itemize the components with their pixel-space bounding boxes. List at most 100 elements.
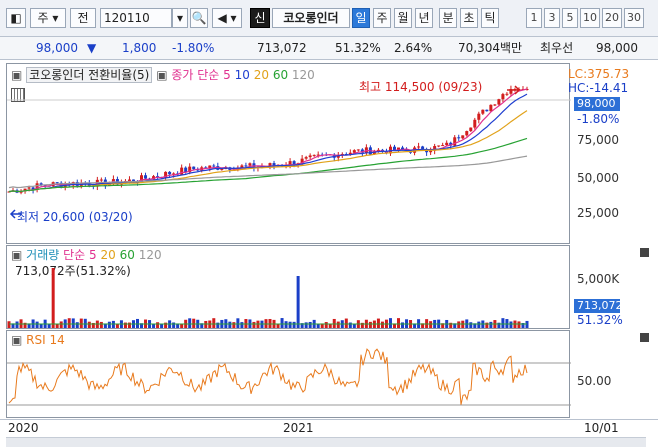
layout-icon[interactable]: ◧: [6, 8, 26, 28]
down-arrow-icon: ▼: [87, 41, 97, 55]
candle-body: [352, 150, 356, 153]
volume-bar: [152, 323, 156, 328]
candle-body: [453, 137, 457, 146]
volume-bar: [332, 318, 336, 328]
search-icon[interactable]: 🔍: [190, 8, 208, 28]
y-label-75000: 75,000: [577, 133, 619, 147]
candle-body: [212, 165, 216, 167]
volume-bar: [376, 318, 380, 328]
candle-body: [485, 109, 489, 112]
volume-bar: [304, 322, 308, 328]
interval-tab-3[interactable]: 년: [415, 8, 433, 28]
candle-body: [304, 157, 308, 159]
rsi-axis: 50.00: [571, 330, 657, 418]
volume-bar: [55, 323, 59, 328]
volume-axis: 5,000K 713,072 51.32%: [571, 245, 657, 329]
volume-bar: [123, 322, 127, 328]
candle-body: [312, 154, 316, 156]
volume-bar: [517, 321, 521, 328]
x-label-2020: 2020: [8, 421, 39, 435]
rsi-close-icon[interactable]: [640, 333, 649, 342]
volume-bar: [485, 322, 489, 328]
volume-bar: [469, 322, 473, 328]
candle-body: [469, 127, 473, 132]
rsi-chart-pane[interactable]: ▣ RSI 14: [6, 330, 571, 418]
rsi-line: [8, 348, 528, 405]
interval-tab-6[interactable]: 틱: [481, 8, 499, 28]
count-button-1[interactable]: 1: [526, 8, 542, 28]
hc-label: HC:-14.41: [568, 81, 629, 95]
volume-bar: [127, 322, 131, 328]
interval-tab-1[interactable]: 주: [373, 8, 391, 28]
candle-body: [248, 163, 252, 166]
volume-bar: [280, 318, 284, 328]
volume-bar: [348, 322, 352, 328]
candle-body: [180, 167, 184, 175]
rsi-chart-svg: [7, 348, 571, 406]
speaker-icon[interactable]: ◀ ▾: [212, 8, 242, 28]
volume-ratio-tag: 51.32%: [577, 313, 623, 327]
stock-code-input[interactable]: 120110: [100, 8, 172, 28]
toolbar: ◧ 주 ▾ 전 120110 ▾ 🔍 ◀ ▾ 신 코오롱인더 일주월년분초틱 1…: [0, 0, 658, 37]
code-dropdown-icon[interactable]: ▾: [172, 8, 188, 28]
count-button-20[interactable]: 20: [602, 8, 622, 28]
best-quote-price: 98,000: [596, 41, 638, 55]
candle-body: [429, 150, 433, 153]
current-price: 98,000: [36, 41, 78, 55]
candle-body: [461, 135, 465, 139]
volume-bar: [164, 322, 168, 328]
candle-body: [457, 137, 461, 139]
candle-body: [473, 119, 477, 128]
horizontal-scrollbar[interactable]: [6, 437, 646, 447]
count-button-5[interactable]: 5: [562, 8, 578, 28]
stock-name-label: 코오롱인더: [272, 8, 350, 28]
x-date-right: 10/01: [584, 421, 619, 435]
low-annotation: 최저 20,600 (03/20): [17, 210, 133, 224]
candle-body: [244, 165, 248, 167]
volume-bar: [79, 318, 83, 328]
volume-bar: [15, 321, 19, 328]
candle-body: [240, 165, 244, 168]
count-button-30[interactable]: 30: [624, 8, 644, 28]
volume-bar: [288, 321, 292, 328]
interval-tab-2[interactable]: 월: [394, 8, 412, 28]
ma120-line: [8, 155, 528, 189]
candle-body: [465, 131, 469, 136]
volume-bar: [344, 318, 348, 328]
volume-bar: [192, 318, 196, 328]
volume-bar: [71, 318, 75, 328]
period-value: 주: [37, 11, 49, 25]
volume-bar: [35, 321, 39, 328]
interval-tab-5[interactable]: 초: [460, 8, 478, 28]
candle-body: [437, 145, 441, 147]
change-percent: -1.80%: [172, 41, 215, 55]
period-select[interactable]: 주 ▾: [30, 8, 66, 28]
candle-body: [168, 171, 172, 175]
volume-chart-pane[interactable]: ▣ 거래량 단순 5 20 60 120 713,072주(51.32%): [6, 245, 570, 329]
volume-bar: [397, 318, 401, 328]
candle-body: [505, 93, 509, 95]
price-chart-pane[interactable]: ▣ 코오롱인더 전환비율(5) ▣ 종가 단순 5 10 20 60 120 최…: [6, 63, 571, 244]
volume-bar: [115, 323, 119, 328]
volume-bar: [232, 322, 236, 328]
interval-tab-4[interactable]: 분: [439, 8, 457, 28]
interval-tab-0[interactable]: 일: [352, 8, 370, 28]
best-quote-label: 최우선: [540, 41, 574, 55]
candle-body: [220, 169, 224, 171]
volume-bar: [497, 322, 501, 328]
volume-bar: [368, 321, 372, 328]
volume-bar: [308, 321, 312, 328]
volume-bar: [501, 318, 505, 328]
price-tag: 98,000: [574, 97, 620, 111]
volume-close-icon[interactable]: [640, 248, 649, 257]
chart-mode-button[interactable]: 전: [70, 8, 96, 28]
count-button-3[interactable]: 3: [544, 8, 560, 28]
new-listing-button[interactable]: 신: [250, 8, 270, 28]
high-annotation: 최고 114,500 (09/23): [359, 80, 483, 94]
count-button-10[interactable]: 10: [580, 8, 600, 28]
volume-bar: [188, 318, 192, 328]
volume-bar: [59, 321, 63, 328]
candle-body: [144, 175, 148, 179]
volume-bar: [160, 323, 164, 328]
volume-bar: [83, 318, 87, 328]
